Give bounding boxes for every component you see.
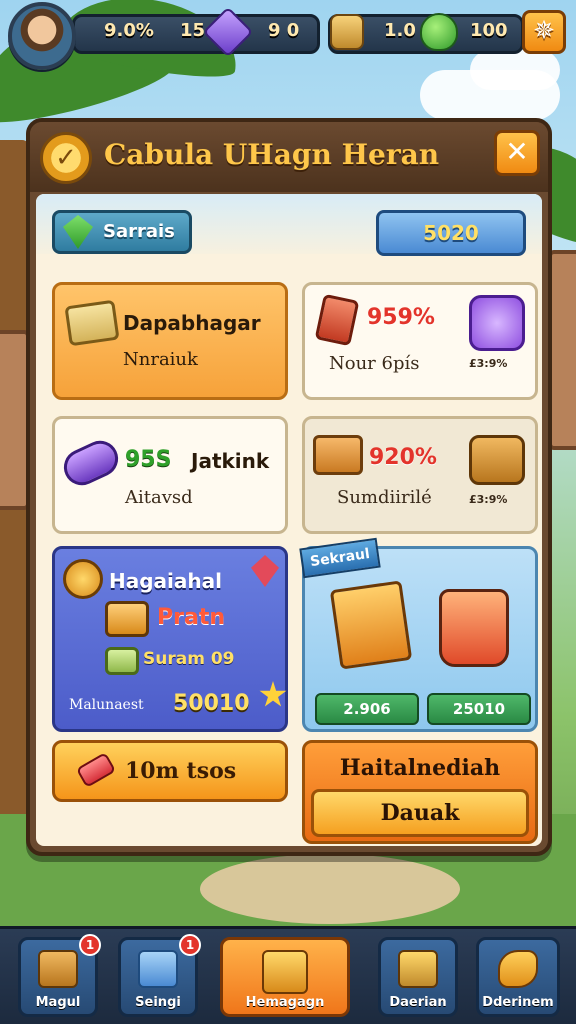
green-gem-icon [63, 215, 93, 249]
nav-item-magul[interactable]: 1 Magul [18, 934, 101, 1017]
offer-3-percent: 95S [125, 447, 172, 472]
right-action-button[interactable]: Dauak [311, 789, 529, 837]
bottom-navigation: 1 Magul 1 Seingi Hemagagn Daerian Dderin… [0, 926, 576, 1024]
offer-3-title: Jatkink [191, 449, 270, 473]
offer-2-badge: £3:9% [469, 357, 508, 370]
featured-row3: Suram 09 [143, 649, 235, 669]
compass-icon [63, 559, 103, 599]
gold-coin-icon [330, 14, 364, 50]
crate-carrot-icon [313, 435, 363, 475]
featured-title: Hagaiahal [109, 569, 222, 593]
offer-1-title: Dapabhagar [123, 311, 261, 335]
left-action-button[interactable]: 10m tsos [52, 740, 288, 802]
top-bar: 9.0% 15 9 0 1.0 100 ✵ [0, 0, 576, 70]
ticket-icon [105, 647, 139, 675]
featured-footer-value: 50010 [173, 691, 250, 716]
ticket-icon [64, 299, 120, 347]
notification-badge: 1 [179, 934, 201, 956]
ruby-icon [251, 555, 279, 587]
add-resources-button[interactable]: ✵ [522, 10, 566, 54]
nav-label: Dderinem [482, 995, 554, 1010]
offer-card-4[interactable]: 920% Sumdiirilé £3:9% [302, 416, 538, 534]
offer-card-3[interactable]: 95S Jatkink Aitavsd [52, 416, 288, 534]
category-tag[interactable]: Sarrais [52, 210, 192, 254]
item-chest-icon [105, 601, 149, 637]
featured-footer-label: Malunaest [69, 697, 144, 713]
nav-label: Daerian [389, 995, 447, 1010]
bundle-price-1[interactable]: 2.906 [315, 693, 419, 725]
offer-3-subtitle: Aitavsd [125, 487, 193, 508]
close-button[interactable]: ✕ [494, 130, 540, 176]
panel-body: Sarrais 5020 Dapabhagar Nnraiuk 959% Nou… [36, 194, 542, 846]
offer-2-percent: 959% [367, 305, 435, 330]
offer-4-badge: £3:9% [469, 493, 508, 506]
nav-label: Seingi [135, 995, 181, 1010]
nav-label: Hemagagn [245, 995, 325, 1010]
right-action-title: Haitalnediah [339, 755, 501, 781]
mug-icon [439, 589, 509, 667]
treasure-box-icon [469, 435, 525, 485]
offer-4-percent: 920% [369, 445, 437, 470]
shop-crate-icon [262, 950, 308, 994]
map-icon [138, 950, 178, 988]
featured-row2: Pratn [157, 605, 225, 630]
shop-panel: ✓ Cabula UHagn Heran ✕ Sarrais 5020 Dapa… [26, 118, 552, 856]
panel-emblem-icon: ✓ [40, 132, 92, 184]
trumpet-icon [498, 950, 538, 988]
panel-header: ✓ Cabula UHagn Heran ✕ [30, 122, 548, 192]
offer-2-subtitle: Nour 6pís [329, 353, 420, 374]
stat-coins: 1.0 [384, 20, 416, 41]
offer-card-2[interactable]: 959% Nour 6pís £3:9% [302, 282, 538, 400]
category-tag-label: Sarrais [103, 221, 175, 242]
stat-green-gems: 100 [470, 20, 508, 41]
star-icon [259, 681, 287, 707]
nav-item-hemagagn[interactable]: Hemagagn [220, 937, 350, 1017]
nav-item-dderinem[interactable]: Dderinem [476, 937, 560, 1017]
chest-icon [38, 950, 78, 988]
stat-percent: 9.0% [104, 20, 154, 41]
stat-purple-gems: 9 0 [268, 20, 300, 41]
bundle-card[interactable]: Sekraul 2.906 25010 [299, 537, 538, 732]
nav-item-seingi[interactable]: 1 Seingi [118, 934, 201, 1017]
bundle-ribbon: Sekraul [299, 537, 381, 579]
notification-badge: 1 [79, 934, 101, 956]
nav-label: Magul [35, 995, 81, 1010]
green-gem-icon [420, 13, 458, 51]
stat-level: 15 [180, 20, 206, 41]
scroll-icon [398, 950, 438, 988]
gold-crate-icon [329, 580, 413, 670]
offer-1-subtitle: Nnraiuk [123, 349, 198, 370]
nav-item-daerian[interactable]: Daerian [378, 937, 458, 1017]
featured-card[interactable]: Hagaiahal Pratn Suram 09 Malunaest 50010 [52, 546, 288, 732]
right-action-panel[interactable]: Haitalnediah Dauak [302, 740, 538, 844]
panel-title: Cabula UHagn Heran [104, 138, 440, 171]
offer-card-1[interactable]: Dapabhagar Nnraiuk [52, 282, 288, 400]
red-card-icon [314, 293, 360, 347]
ticket-icon [75, 751, 117, 789]
potion-icon [58, 434, 124, 492]
offer-4-subtitle: Sumdiirilé [337, 487, 432, 508]
left-action-label: 10m tsos [125, 758, 237, 784]
bundle-price-2[interactable]: 25010 [427, 693, 531, 725]
currency-total-button[interactable]: 5020 [376, 210, 526, 256]
player-avatar[interactable] [8, 2, 76, 70]
purple-dice-icon [469, 295, 525, 351]
